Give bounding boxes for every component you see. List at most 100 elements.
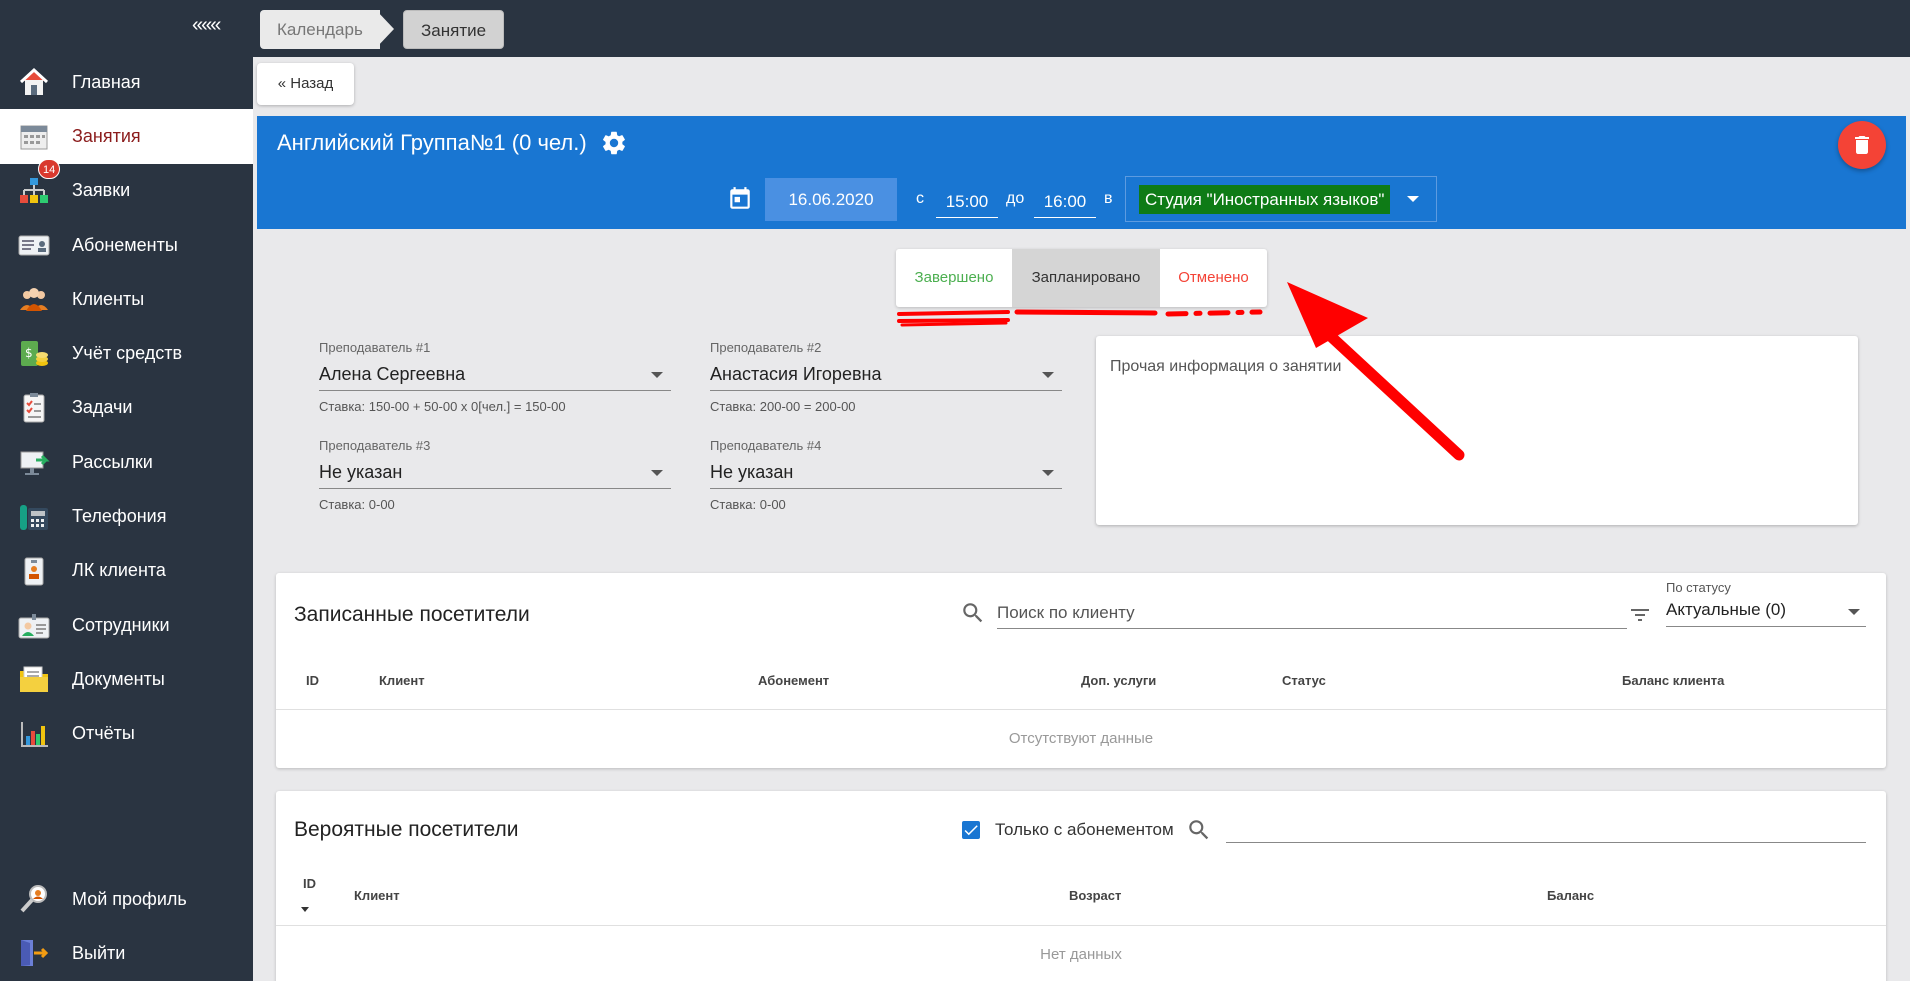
status-filter-select[interactable]: Актуальные (0) — [1666, 597, 1866, 627]
column-subscription[interactable]: Абонемент — [758, 673, 829, 688]
reports-icon — [18, 718, 50, 750]
status-filter-label: По статусу — [1666, 580, 1731, 595]
chevron-down-icon — [1407, 196, 1419, 202]
teacher-2-field: Преподаватель #2 Анастасия Игоревна Став… — [710, 340, 1062, 414]
only-subscription-checkbox[interactable] — [962, 821, 980, 839]
probable-search-input[interactable] — [1226, 811, 1866, 843]
registered-visitors-card: Записанные посетители Поиск по клиенту П… — [276, 573, 1886, 768]
sidebar-item-clients[interactable]: Клиенты — [0, 272, 253, 326]
trash-icon — [1855, 136, 1869, 154]
time-from-input[interactable]: 15:00 — [936, 186, 998, 218]
calendar-date-icon — [730, 187, 750, 209]
delete-lesson-button[interactable] — [1838, 121, 1886, 169]
requests-icon: 14 — [18, 158, 61, 207]
chevron-down-icon — [651, 470, 663, 476]
breadcrumb-lesson: Занятие — [403, 10, 505, 49]
teacher-2-select[interactable]: Анастасия Игоревна — [710, 359, 1062, 391]
status-done-button[interactable]: Завершено — [896, 249, 1012, 307]
checklist-icon — [18, 392, 50, 424]
only-subscription-label: Только с абонементом — [995, 820, 1174, 839]
teacher-3-select[interactable]: Не указан — [319, 457, 671, 489]
teacher-2-value: Анастасия Игоревна — [710, 364, 882, 384]
empty-table-message: Нет данных — [1040, 946, 1122, 963]
sidebar-item-label: Выйти — [72, 942, 126, 963]
column-extra-services[interactable]: Доп. услуги — [1081, 673, 1156, 688]
sidebar-item-reports[interactable]: Отчёты — [0, 707, 253, 761]
column-id[interactable]: ID — [306, 673, 319, 688]
back-button[interactable]: « Назад — [257, 63, 354, 105]
breadcrumb-calendar[interactable]: Календарь — [260, 10, 380, 49]
svg-text:$: $ — [25, 346, 33, 360]
teacher-4-value: Не указан — [710, 462, 794, 482]
phone-icon — [18, 501, 50, 533]
sidebar: ««« Главная Занятия 14 Заявки Абонементы… — [0, 0, 253, 981]
column-client[interactable]: Клиент — [379, 673, 425, 688]
column-client-balance[interactable]: Баланс клиента — [1622, 673, 1724, 688]
client-account-icon — [18, 555, 50, 587]
breadcrumb-arrow — [376, 10, 394, 48]
teacher-1-rate: Ставка: 150-00 + 50-00 x 0[чел.] = 150-0… — [319, 399, 566, 414]
lesson-date-input[interactable]: 16.06.2020 — [765, 178, 897, 221]
teacher-1-select[interactable]: Алена Сергеевна — [319, 359, 671, 391]
teacher-3-rate: Ставка: 0-00 — [319, 497, 395, 512]
sidebar-item-lessons[interactable]: Занятия — [0, 109, 253, 164]
sidebar-item-label: Отчёты — [72, 723, 135, 744]
search-icon — [963, 603, 983, 623]
time-from-label: с — [916, 190, 924, 207]
teacher-2-rate: Ставка: 200-00 = 200-00 — [710, 399, 856, 414]
sidebar-bottom-nav: Мой профиль Выйти — [0, 872, 253, 981]
sidebar-item-tasks[interactable]: Задачи — [0, 381, 253, 435]
sidebar-item-documents[interactable]: Документы — [0, 652, 253, 706]
profile-icon — [18, 883, 50, 915]
column-balance[interactable]: Баланс — [1547, 888, 1594, 903]
sidebar-item-telephony[interactable]: Телефония — [0, 489, 253, 543]
teacher-4-select[interactable]: Не указан — [710, 457, 1062, 489]
sidebar-item-label: Занятия — [72, 125, 141, 146]
room-label: в — [1104, 190, 1113, 207]
client-search-input[interactable]: Поиск по клиенту — [997, 597, 1627, 629]
gear-icon[interactable] — [600, 129, 628, 157]
status-cancelled-button[interactable]: Отменено — [1160, 249, 1267, 307]
time-to-input[interactable]: 16:00 — [1034, 186, 1096, 218]
sidebar-item-label: Задачи — [72, 397, 133, 418]
lesson-status-toggle: Завершено Запланировано Отменено — [896, 249, 1267, 307]
sidebar-collapse-button[interactable]: ««« — [192, 14, 221, 37]
sidebar-item-mailings[interactable]: Рассылки — [0, 435, 253, 489]
teacher-3-label: Преподаватель #3 — [319, 438, 431, 453]
sidebar-item-label: Главная — [72, 71, 141, 92]
sidebar-item-employees[interactable]: Сотрудники — [0, 598, 253, 652]
column-status[interactable]: Статус — [1282, 673, 1326, 688]
sidebar-item-finance[interactable]: $ Учёт средств — [0, 326, 253, 380]
room-select[interactable]: Студия "Иностранных языков" — [1125, 176, 1437, 222]
lesson-title: Английский Группа№1 (0 чел.) — [277, 130, 587, 155]
divider — [276, 925, 1886, 926]
sidebar-item-label: Телефония — [72, 506, 167, 527]
sidebar-nav: Главная Занятия 14 Заявки Абонементы Кли… — [0, 55, 253, 761]
sidebar-item-profile[interactable]: Мой профиль — [0, 872, 253, 926]
divider — [276, 709, 1886, 710]
chevron-down-icon — [1042, 470, 1054, 476]
teacher-1-value: Алена Сергеевна — [319, 364, 466, 384]
calendar-icon — [18, 120, 50, 152]
sidebar-item-logout[interactable]: Выйти — [0, 926, 253, 980]
search-icon — [1189, 820, 1209, 840]
column-client[interactable]: Клиент — [354, 888, 400, 903]
filter-icon — [1631, 609, 1649, 621]
documents-icon — [18, 663, 50, 695]
sidebar-item-label: Заявки — [72, 180, 131, 201]
teacher-1-label: Преподаватель #1 — [319, 340, 431, 355]
column-age[interactable]: Возраст — [1069, 888, 1121, 903]
sidebar-item-subscriptions[interactable]: Абонементы — [0, 218, 253, 272]
registered-visitors-title: Записанные посетители — [294, 603, 530, 626]
sidebar-item-label: Абонементы — [72, 234, 178, 255]
teacher-4-rate: Ставка: 0-00 — [710, 497, 786, 512]
sidebar-item-requests[interactable]: 14 Заявки — [0, 158, 253, 218]
sidebar-item-home[interactable]: Главная — [0, 55, 253, 109]
status-planned-button[interactable]: Запланировано — [1012, 249, 1160, 307]
lesson-notes-textarea[interactable]: Прочая информация о занятии — [1096, 336, 1858, 525]
clients-icon — [18, 283, 50, 315]
column-id[interactable]: ID — [303, 876, 316, 891]
sidebar-item-client-account[interactable]: ЛК клиента — [0, 544, 253, 598]
sort-desc-icon — [301, 907, 309, 912]
probable-visitors-title: Вероятные посетители — [294, 818, 519, 841]
